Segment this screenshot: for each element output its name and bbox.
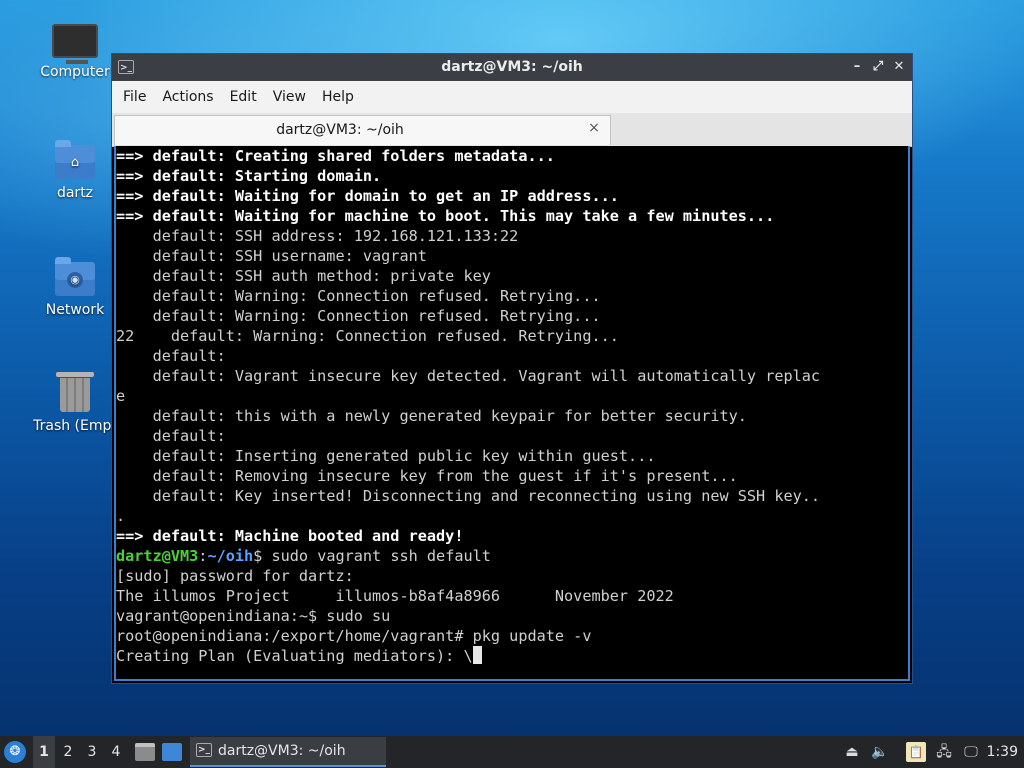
window-titlebar[interactable]: >_ dartz@VM3: ~/oih – ⤢ ✕ [112, 54, 912, 81]
file-manager-icon[interactable] [135, 743, 155, 761]
workspace-2[interactable]: 2 [57, 736, 79, 768]
terminal-line: root@openindiana:/export/home/vagrant# p… [116, 627, 592, 645]
terminal-line: vagrant@openindiana:~$ sudo su [116, 607, 391, 625]
terminal-line: default: Vagrant insecure key detected. … [116, 367, 821, 385]
terminal-line: default: Key inserted! Disconnecting and… [116, 487, 821, 505]
menu-actions[interactable]: Actions [154, 81, 221, 113]
clipboard-icon[interactable]: 📋 [906, 742, 926, 762]
window-title: dartz@VM3: ~/oih [441, 59, 583, 75]
desktop-icon-home[interactable]: ⌂ dartz [25, 140, 125, 201]
volume-icon[interactable]: 🔈 [870, 742, 890, 762]
terminal-line: . [116, 507, 126, 525]
terminal-line: ==> default: Waiting for machine to boot… [116, 207, 775, 225]
terminal-line: ==> default: Creating shared folders met… [116, 147, 555, 165]
shell-prompt-line: dartz@VM3:~/oih$ sudo vagrant ssh defaul… [116, 546, 908, 566]
prompt-command: sudo vagrant ssh default [262, 547, 491, 565]
trash-icon [56, 372, 94, 412]
close-button[interactable]: ✕ [890, 58, 908, 76]
terminal-line: default: Removing insecure key from the … [116, 467, 738, 485]
tab-strip: dartz@VM3: ~/oih × [112, 113, 912, 147]
menu-file[interactable]: File [115, 81, 154, 113]
network-folder-icon: ◉ [55, 257, 95, 296]
terminal-line: The illumos Project illumos-b8af4a8966 N… [116, 587, 674, 605]
terminal-line: [sudo] password for dartz: [116, 567, 354, 585]
menu-view[interactable]: View [265, 81, 314, 113]
notification-icon[interactable]: 🖵 [961, 742, 981, 762]
workspace-3[interactable]: 3 [81, 736, 103, 768]
start-menu-icon[interactable]: ❂ [4, 741, 26, 763]
terminal-tab[interactable]: dartz@VM3: ~/oih × [114, 115, 611, 145]
terminal-line: default: Warning: Connection refused. Re… [116, 287, 601, 305]
terminal-window: >_ dartz@VM3: ~/oih – ⤢ ✕ File Actions E… [111, 53, 913, 684]
tab-close-icon[interactable]: × [586, 120, 602, 138]
desktop-icon-trash[interactable]: Trash (Empt [25, 372, 125, 434]
terminal-line: default: SSH auth method: private key [116, 267, 491, 285]
taskbar-task-terminal[interactable]: >_ dartz@VM3: ~/oih [190, 737, 386, 767]
desktop-icon-label: Computer [40, 64, 110, 80]
terminal-line: e [116, 387, 126, 405]
show-desktop-icon[interactable] [162, 743, 182, 761]
desktop-icon-network[interactable]: ◉ Network [25, 257, 125, 318]
terminal-line: ==> default: Starting domain. [116, 167, 382, 185]
minimize-button[interactable]: – [848, 58, 866, 76]
terminal-line: default: SSH username: vagrant [116, 247, 427, 265]
task-label: dartz@VM3: ~/oih [218, 743, 346, 759]
terminal-line: default: [116, 347, 226, 365]
desktop-icon-label: Trash (Empt [33, 418, 117, 434]
terminal-line: Creating Plan (Evaluating mediators): \ [116, 647, 473, 665]
terminal-line: default: Warning: Connection refused. Re… [116, 307, 601, 325]
prompt-user: dartz@VM3 [116, 547, 199, 565]
terminal-line: ==> default: Machine booted and ready! [116, 527, 464, 545]
menu-edit[interactable]: Edit [222, 81, 265, 113]
terminal-line: ==> default: Waiting for domain to get a… [116, 187, 619, 205]
desktop-icon-computer[interactable]: Computer [25, 24, 125, 80]
terminal-line: default: Inserting generated public key … [116, 447, 656, 465]
menu-help[interactable]: Help [314, 81, 362, 113]
current-input-line[interactable]: Creating Plan (Evaluating mediators): \ [116, 646, 908, 666]
terminal-line: default: [116, 427, 226, 445]
terminal-app-icon: >_ [196, 743, 212, 757]
workspace-1[interactable]: 1 [33, 736, 55, 768]
computer-icon [52, 24, 98, 64]
terminal-output[interactable]: ==> default: Creating shared folders met… [114, 146, 910, 681]
workspace-4[interactable]: 4 [105, 736, 127, 768]
maximize-button[interactable]: ⤢ [869, 58, 887, 76]
menu-bar: File Actions Edit View Help [112, 81, 912, 113]
tab-label: dartz@VM3: ~/oih [276, 122, 404, 138]
desktop-icon-label: dartz [56, 185, 94, 201]
prompt-symbol: $ [253, 547, 263, 565]
text-cursor [472, 646, 482, 664]
terminal-line: default: this with a newly generated key… [116, 407, 747, 425]
desktop-icon-label: Network [45, 302, 105, 318]
taskbar: ❂ 1 2 3 4 >_ dartz@VM3: ~/oih ⏏ 🔈 📋 🖧 🖵 … [0, 736, 1024, 768]
home-folder-icon: ⌂ [55, 140, 95, 179]
clock[interactable]: 1:39 [987, 744, 1018, 760]
terminal-line: 22 default: Warning: Connection refused.… [116, 327, 619, 345]
network-icon[interactable]: 🖧 [934, 742, 954, 762]
eject-icon[interactable]: ⏏ [842, 742, 862, 762]
prompt-path: ~/oih [207, 547, 254, 565]
terminal-line: default: SSH address: 192.168.121.133:22 [116, 227, 519, 245]
